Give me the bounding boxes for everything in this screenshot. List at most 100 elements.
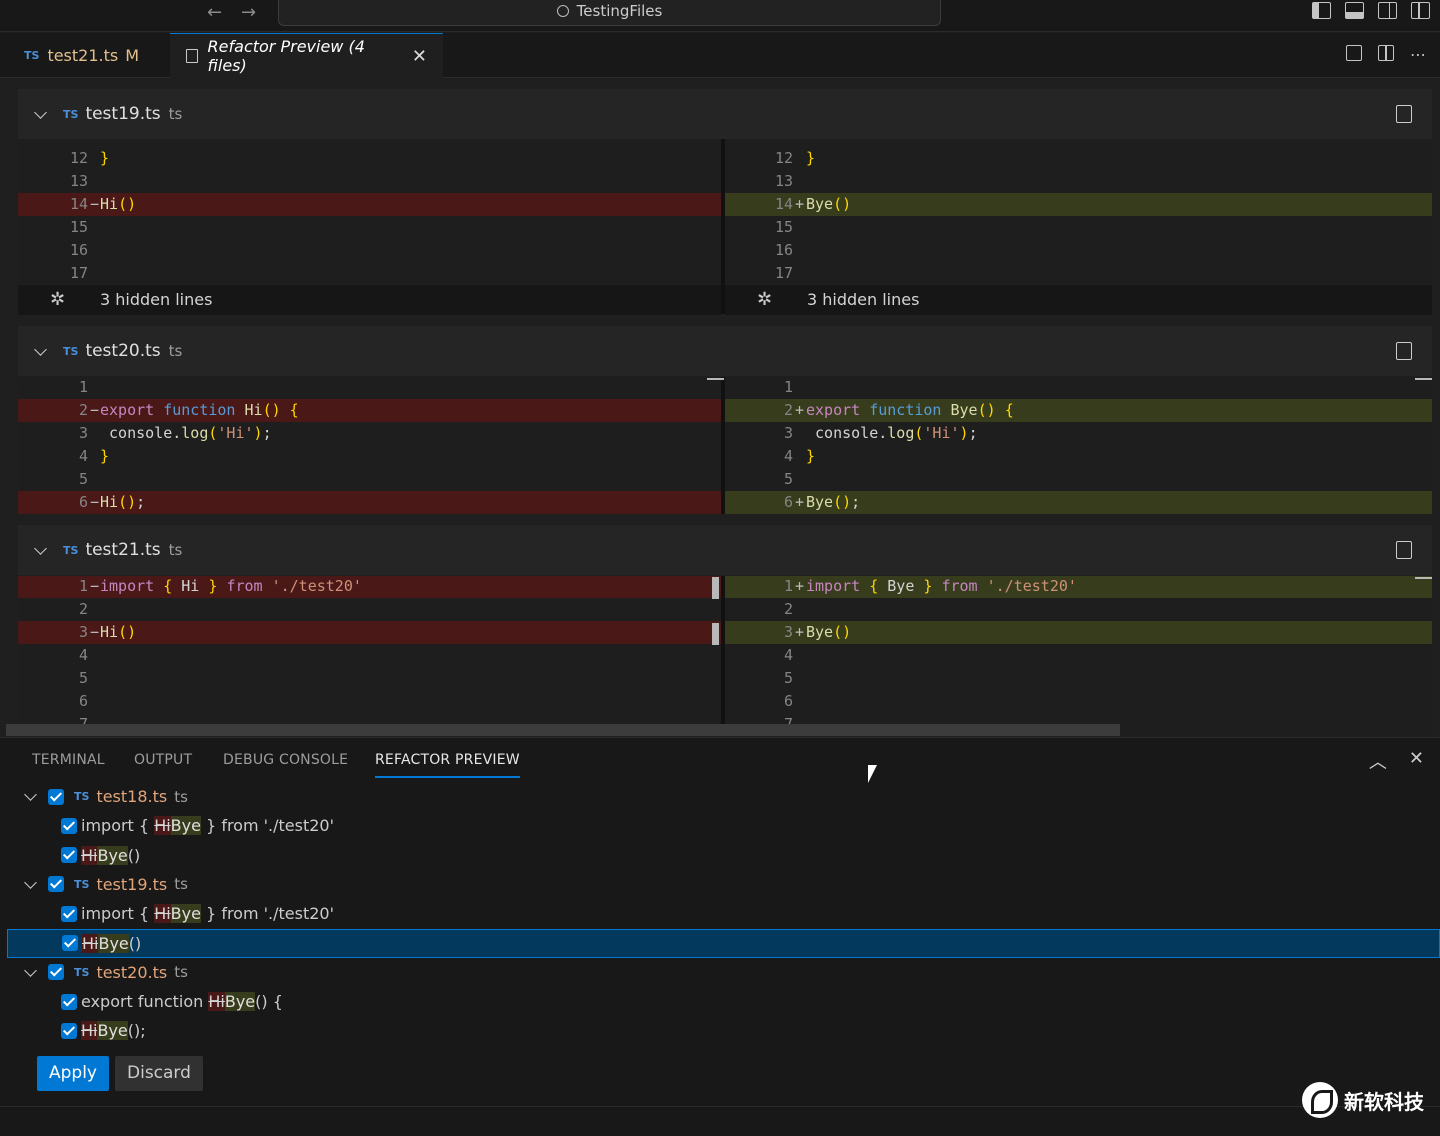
- toggle-secondary-sidebar-icon[interactable]: [1378, 2, 1397, 19]
- tree-change-row[interactable]: HiBye();: [7, 1016, 1440, 1045]
- change-checkbox[interactable]: [62, 935, 78, 951]
- change-checkbox[interactable]: [61, 1022, 77, 1039]
- line-number: 3: [783, 623, 793, 641]
- tree-change-row[interactable]: import { HiBye } from './test20': [7, 811, 1440, 840]
- file-checkbox[interactable]: [48, 876, 64, 893]
- close-icon[interactable]: ✕: [412, 46, 427, 67]
- forward-arrow-icon[interactable]: →: [241, 2, 256, 23]
- tab-terminal[interactable]: TERMINAL: [32, 752, 105, 768]
- tab-output[interactable]: OUTPUT: [134, 752, 192, 768]
- diff-file-header-test20[interactable]: TS test20.ts ts: [18, 326, 1432, 376]
- code-line[interactable]: 5: [18, 667, 723, 690]
- back-arrow-icon[interactable]: ←: [207, 2, 222, 23]
- open-file-icon[interactable]: [1396, 342, 1412, 360]
- code-line[interactable]: 13: [18, 170, 723, 193]
- code-line[interactable]: 3− Hi(): [18, 621, 723, 644]
- open-file-icon[interactable]: [1396, 541, 1412, 559]
- code-line[interactable]: 3 + Bye(): [725, 621, 1432, 644]
- diff-pane-modified[interactable]: 1 + import { Bye } from './test20' 2 3 + Bye()…: [725, 576, 1432, 736]
- code-line[interactable]: 2: [725, 598, 1432, 621]
- hidden-lines-bar[interactable]: ✲ 3 hidden lines: [18, 285, 721, 315]
- customize-layout-icon[interactable]: [1411, 2, 1430, 19]
- diff-pane-original[interactable]: 12} 13 14− Hi() 15 16 17: [18, 139, 723, 284]
- open-file-icon[interactable]: [1396, 105, 1412, 123]
- open-changes-icon[interactable]: [1346, 45, 1362, 61]
- toggle-primary-sidebar-icon[interactable]: [1312, 2, 1331, 19]
- tab-test21[interactable]: TS test21.ts M: [8, 33, 170, 78]
- code-line[interactable]: 4}: [725, 445, 1432, 468]
- code-line[interactable]: 2− export function Hi() {: [18, 399, 723, 422]
- diff-file-header-test21[interactable]: TS test21.ts ts: [18, 525, 1432, 575]
- code-line[interactable]: 1: [725, 377, 1432, 399]
- code-line[interactable]: 16: [18, 239, 723, 262]
- code-line[interactable]: 17: [18, 262, 723, 284]
- horizontal-scrollbar[interactable]: [6, 724, 1120, 736]
- diff-pane-modified[interactable]: 12} 13 14 + Bye() 15 16 17: [725, 139, 1432, 284]
- change-checkbox[interactable]: [61, 993, 77, 1010]
- code-line[interactable]: 15: [18, 216, 723, 239]
- tree-change-row[interactable]: export function HiBye() {: [7, 987, 1440, 1016]
- code-line[interactable]: 5: [725, 667, 1432, 690]
- tree-change-row[interactable]: HiBye(): [7, 928, 1440, 958]
- chevron-down-icon[interactable]: [24, 788, 37, 801]
- code-line[interactable]: 12}: [18, 147, 723, 170]
- code-line[interactable]: 2: [18, 598, 723, 621]
- change-checkbox[interactable]: [61, 817, 77, 834]
- apply-button[interactable]: Apply: [37, 1056, 109, 1091]
- discard-button[interactable]: Discard: [115, 1056, 203, 1091]
- tree-change-row[interactable]: import { HiBye } from './test20': [7, 899, 1440, 928]
- diff-pane-modified[interactable]: 1 2 + export function Bye() {3 console.log(…: [725, 377, 1432, 514]
- code-line[interactable]: 6− Hi();: [18, 491, 723, 514]
- tree-file-row[interactable]: TS test18.ts ts: [7, 782, 1440, 811]
- code-line[interactable]: 4: [725, 644, 1432, 667]
- code-line[interactable]: 3 console.log('Hi');: [725, 422, 1432, 445]
- code-line[interactable]: 6 + Bye();: [725, 491, 1432, 514]
- chevron-down-icon[interactable]: [34, 105, 47, 119]
- diff-pane-original[interactable]: 1 2− export function Hi() {3 console.log('…: [18, 377, 723, 514]
- code-line[interactable]: 3 console.log('Hi');: [18, 422, 723, 445]
- code-line[interactable]: 15: [725, 216, 1432, 239]
- hidden-lines-bar[interactable]: ✲ 3 hidden lines: [725, 285, 1432, 315]
- line-number: 5: [783, 470, 793, 488]
- toggle-panel-icon[interactable]: [1345, 2, 1364, 19]
- code-line[interactable]: 16: [725, 239, 1432, 262]
- tab-debug-console[interactable]: DEBUG CONSOLE: [223, 752, 348, 768]
- code-line[interactable]: 6: [725, 690, 1432, 713]
- code-line[interactable]: 2 + export function Bye() {: [725, 399, 1432, 422]
- code-line[interactable]: 14− Hi(): [18, 193, 723, 216]
- file-checkbox[interactable]: [48, 964, 64, 981]
- chevron-down-icon[interactable]: [24, 876, 37, 889]
- diff-pane-original[interactable]: 1− import { Hi } from './test20' 2 3− Hi() 4 5…: [18, 576, 723, 736]
- code-line[interactable]: 1 + import { Bye } from './test20': [725, 576, 1432, 598]
- code-line[interactable]: 4}: [18, 445, 723, 468]
- close-panel-icon[interactable]: ✕: [1409, 748, 1424, 774]
- tree-file-row[interactable]: TS test19.ts ts: [7, 870, 1440, 899]
- chevron-down-icon[interactable]: [34, 541, 47, 555]
- file-checkbox[interactable]: [48, 788, 64, 805]
- code-line[interactable]: 14 + Bye(): [725, 193, 1432, 216]
- unfold-icon[interactable]: ✲: [757, 285, 772, 315]
- change-checkbox[interactable]: [61, 905, 77, 922]
- command-center-search[interactable]: TestingFiles: [278, 0, 941, 26]
- code-line[interactable]: 1− import { Hi } from './test20': [18, 576, 723, 598]
- code-line[interactable]: 5: [18, 468, 723, 491]
- tree-change-row[interactable]: HiBye(): [7, 841, 1440, 870]
- code-line[interactable]: 4: [18, 644, 723, 667]
- split-editor-icon[interactable]: [1378, 45, 1394, 61]
- code-line[interactable]: 6: [18, 690, 723, 713]
- chevron-down-icon[interactable]: [24, 963, 37, 977]
- change-checkbox[interactable]: [61, 847, 77, 864]
- diff-file-header-test19[interactable]: TS test19.ts ts: [18, 89, 1432, 139]
- unfold-icon[interactable]: ✲: [50, 285, 65, 315]
- tab-refactor-preview[interactable]: Refactor Preview (4 files) ✕: [170, 33, 443, 78]
- more-actions-icon[interactable]: ⋯: [1410, 45, 1426, 64]
- maximize-panel-icon[interactable]: ︿: [1369, 748, 1387, 774]
- chevron-down-icon[interactable]: [34, 342, 47, 356]
- tab-refactor-preview[interactable]: REFACTOR PREVIEW: [375, 752, 520, 778]
- code-line[interactable]: 1: [18, 377, 723, 399]
- code-line[interactable]: 5: [725, 468, 1432, 491]
- code-line[interactable]: 13: [725, 170, 1432, 193]
- code-line[interactable]: 12}: [725, 147, 1432, 170]
- code-line[interactable]: 17: [725, 262, 1432, 284]
- tree-file-row[interactable]: TS test20.ts ts: [7, 958, 1440, 987]
